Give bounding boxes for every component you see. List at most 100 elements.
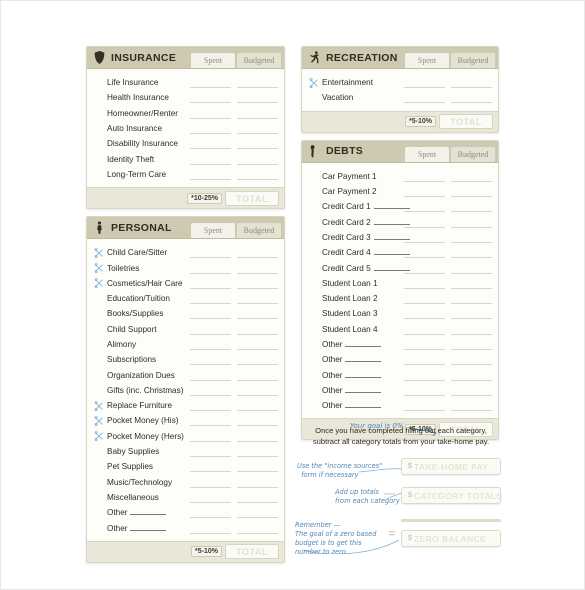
- write-in-line[interactable]: [345, 371, 382, 378]
- budgeted-amount-field[interactable]: [237, 370, 278, 381]
- spent-amount-field[interactable]: [190, 293, 231, 305]
- budgeted-amount-field[interactable]: [451, 201, 492, 213]
- budgeted-amount-field[interactable]: [237, 308, 278, 320]
- budgeted-amount-field[interactable]: [237, 461, 278, 473]
- spent-amount-field[interactable]: [404, 171, 445, 182]
- budgeted-amount-field[interactable]: [451, 385, 492, 396]
- budgeted-amount-field[interactable]: [237, 293, 278, 305]
- budgeted-amount-field[interactable]: [451, 186, 492, 198]
- tab-budgeted[interactable]: Budgeted: [237, 223, 281, 239]
- budgeted-amount-field[interactable]: [237, 247, 278, 259]
- spent-amount-field[interactable]: [404, 400, 445, 412]
- section-total-field[interactable]: TOTAL: [225, 544, 279, 560]
- spent-amount-field[interactable]: [190, 385, 231, 396]
- spent-amount-field[interactable]: [404, 263, 445, 274]
- spent-amount-field[interactable]: [190, 77, 231, 89]
- budgeted-amount-field[interactable]: [451, 293, 492, 305]
- tab-budgeted[interactable]: Budgeted: [451, 53, 495, 68]
- write-in-line[interactable]: [345, 401, 382, 409]
- spent-amount-field[interactable]: [190, 339, 231, 350]
- budgeted-amount-field[interactable]: [451, 92, 492, 104]
- budgeted-amount-field[interactable]: [451, 217, 492, 228]
- budgeted-amount-field[interactable]: [451, 324, 492, 335]
- spent-amount-field[interactable]: [190, 154, 231, 165]
- budgeted-amount-field[interactable]: [237, 263, 278, 274]
- spent-amount-field[interactable]: [190, 492, 231, 503]
- spent-amount-field[interactable]: [190, 477, 231, 488]
- spent-amount-field[interactable]: [190, 278, 231, 289]
- section-total-field[interactable]: TOTAL: [225, 190, 279, 206]
- budgeted-amount-field[interactable]: [237, 324, 278, 335]
- write-in-line[interactable]: [130, 524, 167, 531]
- spent-amount-field[interactable]: [190, 400, 231, 412]
- spent-amount-field[interactable]: [190, 123, 231, 135]
- budgeted-amount-field[interactable]: [237, 123, 278, 135]
- section-total-field[interactable]: TOTAL: [439, 114, 493, 130]
- spent-amount-field[interactable]: [404, 186, 445, 198]
- spent-amount-field[interactable]: [404, 385, 445, 396]
- budgeted-amount-field[interactable]: [451, 308, 492, 320]
- tab-spent[interactable]: Spent: [191, 223, 235, 239]
- spent-amount-field[interactable]: [190, 523, 231, 534]
- budgeted-amount-field[interactable]: [237, 400, 278, 412]
- budgeted-amount-field[interactable]: [237, 108, 278, 119]
- spent-amount-field[interactable]: [404, 247, 445, 259]
- spent-amount-field[interactable]: [190, 461, 231, 473]
- budgeted-amount-field[interactable]: [237, 492, 278, 503]
- spent-amount-field[interactable]: [190, 446, 231, 458]
- spent-amount-field[interactable]: [404, 354, 445, 366]
- spent-amount-field[interactable]: [190, 324, 231, 335]
- budgeted-amount-field[interactable]: [237, 138, 278, 150]
- tab-budgeted[interactable]: Budgeted: [451, 146, 495, 162]
- budgeted-amount-field[interactable]: [237, 77, 278, 89]
- zero-balance-field[interactable]: $ ZERO BALANCE: [401, 530, 501, 547]
- write-in-line[interactable]: [345, 355, 382, 363]
- spent-amount-field[interactable]: [190, 169, 231, 180]
- spent-amount-field[interactable]: [190, 370, 231, 381]
- tab-spent[interactable]: Spent: [405, 146, 449, 162]
- spent-amount-field[interactable]: [190, 263, 231, 274]
- budgeted-amount-field[interactable]: [237, 507, 278, 519]
- budgeted-amount-field[interactable]: [451, 339, 492, 350]
- spent-amount-field[interactable]: [190, 415, 231, 427]
- tab-spent[interactable]: Spent: [405, 53, 449, 68]
- tab-budgeted[interactable]: Budgeted: [237, 53, 281, 68]
- budgeted-amount-field[interactable]: [237, 354, 278, 366]
- budgeted-amount-field[interactable]: [237, 415, 278, 427]
- budgeted-amount-field[interactable]: [451, 247, 492, 259]
- budgeted-amount-field[interactable]: [451, 278, 492, 289]
- spent-amount-field[interactable]: [190, 431, 231, 442]
- spent-amount-field[interactable]: [404, 92, 445, 104]
- budgeted-amount-field[interactable]: [451, 370, 492, 381]
- budgeted-amount-field[interactable]: [237, 385, 278, 396]
- take-home-pay-field[interactable]: $ TAKE-HOME PAY: [401, 458, 501, 475]
- write-in-line[interactable]: [345, 340, 382, 347]
- write-in-line[interactable]: [345, 386, 382, 393]
- budgeted-amount-field[interactable]: [451, 232, 492, 243]
- budgeted-amount-field[interactable]: [237, 431, 278, 442]
- spent-amount-field[interactable]: [190, 108, 231, 119]
- budgeted-amount-field[interactable]: [451, 400, 492, 412]
- budgeted-amount-field[interactable]: [451, 77, 492, 89]
- spent-amount-field[interactable]: [190, 138, 231, 150]
- budgeted-amount-field[interactable]: [237, 154, 278, 165]
- spent-amount-field[interactable]: [404, 293, 445, 305]
- spent-amount-field[interactable]: [190, 247, 231, 259]
- budgeted-amount-field[interactable]: [237, 278, 278, 289]
- spent-amount-field[interactable]: [190, 354, 231, 366]
- spent-amount-field[interactable]: [404, 77, 445, 89]
- budgeted-amount-field[interactable]: [237, 523, 278, 534]
- spent-amount-field[interactable]: [404, 278, 445, 289]
- budgeted-amount-field[interactable]: [451, 354, 492, 366]
- budgeted-amount-field[interactable]: [237, 339, 278, 350]
- spent-amount-field[interactable]: [404, 201, 445, 213]
- spent-amount-field[interactable]: [404, 217, 445, 228]
- spent-amount-field[interactable]: [404, 308, 445, 320]
- spent-amount-field[interactable]: [404, 370, 445, 381]
- tab-spent[interactable]: Spent: [191, 53, 235, 68]
- budgeted-amount-field[interactable]: [237, 169, 278, 180]
- spent-amount-field[interactable]: [404, 324, 445, 335]
- budgeted-amount-field[interactable]: [451, 171, 492, 182]
- spent-amount-field[interactable]: [190, 507, 231, 519]
- spent-amount-field[interactable]: [190, 92, 231, 104]
